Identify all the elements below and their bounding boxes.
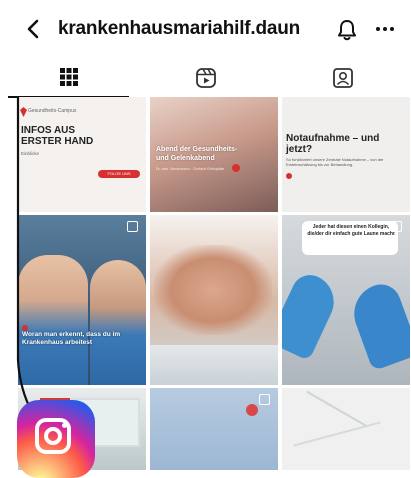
nurse-photo-left — [18, 255, 88, 385]
tagged-person-icon — [332, 68, 353, 88]
profile-tabs — [0, 58, 411, 98]
post-tile[interactable] — [150, 215, 278, 385]
post-overlay-text: Abend der Gesundheits- und Gelenkabend — [156, 146, 238, 162]
hospital-logo-icon — [20, 107, 27, 117]
post-tile[interactable]: Woran man erkennt, dass du im Krankenhau… — [18, 215, 146, 385]
heart-graphic — [246, 404, 258, 416]
speech-bubble-text: Jeder hat diesen einen Kollegin, die/der… — [307, 224, 395, 237]
post-tile[interactable]: Jeder hat diesen einen Kollegin, die/der… — [282, 215, 410, 385]
reels-icon — [195, 68, 216, 88]
tab-tagged[interactable] — [274, 58, 411, 98]
multi-post-icon — [127, 221, 138, 232]
post-meta-text: Dr. med. Mustermann · Chefarzt Orthopädi… — [156, 167, 225, 171]
instagram-logo-icon — [17, 400, 95, 478]
post-subline: Einblicke — [21, 151, 40, 156]
back-arrow-icon[interactable] — [22, 17, 46, 41]
blue-glove-left — [282, 269, 343, 361]
red-dot-badge — [232, 164, 240, 172]
tab-posts-grid[interactable] — [0, 58, 137, 98]
map-line — [293, 421, 381, 447]
post-headline: INFOS AUS ERSTER HAND — [21, 125, 94, 147]
instagram-logo-flash — [62, 423, 67, 428]
red-dot-badge — [286, 173, 292, 179]
post-body-text: So funktioniert unsere Zentrale Notaufna… — [286, 157, 384, 167]
map-line — [306, 390, 368, 428]
more-options-icon[interactable] — [374, 18, 396, 40]
post-tile[interactable]: Abend der Gesundheits- und Gelenkabend D… — [150, 97, 278, 212]
notification-bell-icon[interactable] — [336, 18, 358, 42]
post-headline: Notaufnahme – und jetzt? — [286, 133, 380, 155]
profile-username: krankenhausmariahilf.daun — [58, 18, 301, 39]
brand-label: Gesundheits-Campus — [28, 108, 77, 114]
post-cta-badge: FOLGE UNS — [98, 170, 140, 178]
nurse-photo-right — [90, 260, 146, 385]
profile-header: krankenhausmariahilf.daun — [0, 0, 411, 58]
grid-icon — [59, 68, 78, 86]
tab-reels[interactable] — [137, 58, 274, 98]
post-caption: Woran man erkennt, dass du im Krankenhau… — [22, 331, 121, 346]
post-tile[interactable]: Notaufnahme – und jetzt? So funktioniert… — [282, 97, 410, 212]
post-tile[interactable]: Gesundheits-Campus INFOS AUS ERSTER HAND… — [18, 97, 146, 212]
instagram-logo-lens — [44, 427, 62, 445]
blue-glove-right — [345, 278, 410, 372]
post-tile[interactable] — [150, 388, 278, 470]
reel-icon — [391, 221, 402, 232]
washing-hands-photo — [154, 245, 272, 335]
reel-icon — [259, 394, 270, 405]
sink-photo — [150, 345, 278, 385]
post-tile[interactable] — [282, 388, 410, 470]
